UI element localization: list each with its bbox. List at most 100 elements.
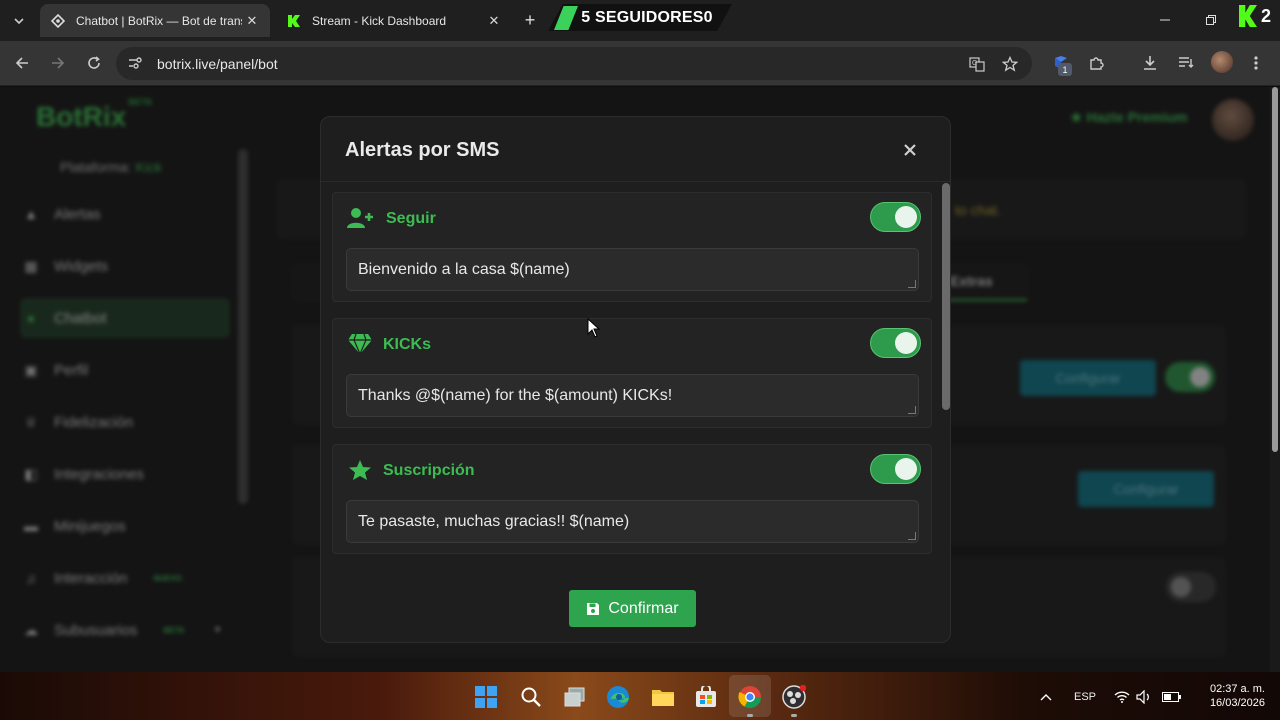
new-tab-button[interactable]: +: [520, 10, 540, 30]
alert-message-input[interactable]: Thanks @$(name) for the $(amount) KICKs!: [346, 374, 919, 417]
alert-toggle-subscription[interactable]: [870, 454, 921, 484]
botrix-logo[interactable]: BotRix BETA: [36, 97, 152, 133]
search-icon[interactable]: [518, 684, 544, 710]
restore-button[interactable]: [1196, 8, 1226, 32]
kick-tab-icon: [286, 13, 302, 29]
resize-grip-icon[interactable]: [908, 406, 916, 414]
sidebar-item-label: Subusuarios: [54, 621, 138, 639]
obs-studio-icon[interactable]: [781, 684, 807, 710]
music-icon: ♫: [25, 570, 37, 586]
reload-button[interactable]: [82, 51, 106, 75]
scrollbar-thumb[interactable]: [1272, 87, 1278, 452]
alert-message-input[interactable]: Bienvenido a la casa $(name): [346, 248, 919, 291]
language-indicator[interactable]: ESP: [1074, 691, 1096, 703]
battery-icon[interactable]: [1159, 684, 1185, 710]
sidebar-item-subusuarios[interactable]: ☁ Subusuarios BETA ▼: [20, 610, 230, 650]
diamond-icon: [345, 331, 375, 357]
close-icon[interactable]: ✕: [242, 11, 262, 31]
sidebar-item-chatbot[interactable]: ● Chatbot: [20, 298, 230, 338]
star-icon: [345, 457, 375, 483]
alert-message-text: Thanks @$(name) for the $(amount) KICKs!: [358, 387, 673, 404]
windows-start-icon[interactable]: [473, 684, 499, 710]
sidebar-item-alertas[interactable]: ▲ Alertas: [20, 194, 230, 234]
minimize-button[interactable]: [1150, 8, 1180, 32]
extensions-puzzle-icon[interactable]: [1086, 52, 1108, 74]
user-avatar[interactable]: [1212, 99, 1254, 141]
bookmark-star-icon[interactable]: [1001, 55, 1019, 73]
alert-toggle-kicks[interactable]: [870, 328, 921, 358]
edge-browser-icon[interactable]: [605, 684, 631, 710]
forward-button[interactable]: [46, 51, 70, 75]
arrow-left-icon: [15, 57, 28, 69]
store-icon[interactable]: [693, 684, 719, 710]
sidebar-item-interaccion[interactable]: ♫ Interacción NUEVO: [20, 558, 230, 598]
alert-message-text: Te pasaste, muchas gracias!! $(name): [358, 513, 630, 530]
resize-grip-icon[interactable]: [908, 280, 916, 288]
site-settings-icon[interactable]: [127, 55, 143, 71]
media-controls-icon[interactable]: [1175, 52, 1197, 74]
sidebar-item-widgets[interactable]: ▦ Widgets: [20, 246, 230, 286]
sidebar-item-label: Minijuegos: [54, 517, 126, 535]
tab-search-button[interactable]: [6, 8, 32, 34]
alert-label: Seguir: [386, 210, 436, 227]
alert-message-input[interactable]: Te pasaste, muchas gracias!! $(name): [346, 500, 919, 543]
browser-profile-avatar[interactable]: [1211, 51, 1233, 73]
warning-icon: ▲: [24, 206, 38, 222]
tab-botrix[interactable]: Chatbot | BotRix — Bot de transmisión ✕: [40, 4, 270, 37]
chrome-icon[interactable]: [737, 684, 763, 710]
address-bar[interactable]: botrix.live/panel/bot G: [116, 47, 1032, 80]
close-icon[interactable]: ✕: [484, 11, 504, 31]
tab-extras[interactable]: Extras: [950, 273, 993, 289]
restore-icon: [1206, 15, 1216, 25]
configure-button[interactable]: Configurar: [1020, 360, 1156, 396]
task-view-icon[interactable]: [562, 684, 588, 710]
config-toggle[interactable]: [1165, 362, 1215, 392]
windows-taskbar: ESP: [0, 672, 1280, 720]
chevron-up-icon[interactable]: [1033, 684, 1059, 710]
kick-logo-icon: [1239, 5, 1257, 27]
sidebar-item-label: Chatbot: [54, 309, 107, 327]
platform-label: Plataforma:: [60, 159, 132, 175]
tab-kick-dashboard[interactable]: Stream - Kick Dashboard ✕: [276, 4, 512, 37]
volume-icon[interactable]: [1131, 684, 1157, 710]
confirm-button[interactable]: Confirmar: [569, 590, 696, 627]
more-menu-icon[interactable]: [1245, 52, 1267, 74]
sidebar-item-perfil[interactable]: ▣ Perfil: [20, 350, 230, 390]
scrollbar-thumb[interactable]: [942, 183, 950, 410]
sidebar-item-label: Integraciones: [54, 465, 145, 483]
platform-value: Kick: [135, 159, 162, 175]
sidebar-item-fidelizacion[interactable]: ♕ Fidelización: [20, 402, 230, 442]
modal-scrollbar[interactable]: [942, 183, 950, 563]
sidebar-item-integraciones[interactable]: ◧ Integraciones: [20, 454, 230, 494]
alert-toggle-follow[interactable]: [870, 202, 921, 232]
modal-title: Alertas por SMS: [345, 139, 500, 161]
system-clock[interactable]: 02:37 a. m. 16/03/2026: [1193, 682, 1265, 710]
configure-button[interactable]: Configurar: [1078, 471, 1214, 507]
download-icon[interactable]: [1139, 52, 1161, 74]
new-badge: NUEVO: [153, 573, 182, 583]
resize-grip-icon[interactable]: [908, 532, 916, 540]
premium-link[interactable]: ★ Hazte Premium: [1070, 109, 1188, 126]
back-button[interactable]: [10, 51, 34, 75]
reload-icon: [88, 56, 100, 69]
overlay-banner-text: 5 SEGUIDORES: [581, 8, 704, 26]
running-indicator: [791, 714, 797, 717]
alert-card-subscription: Suscripción Te pasaste, muchas gracias!!…: [332, 444, 932, 554]
save-icon: [587, 602, 600, 615]
config-toggle[interactable]: [1166, 572, 1216, 602]
integrations-icon: ◧: [24, 465, 38, 482]
chat-icon: ●: [26, 310, 36, 326]
page-scrollbar[interactable]: [1270, 87, 1280, 672]
file-explorer-icon[interactable]: [650, 684, 676, 710]
sidebar-item-minijuegos[interactable]: ▬ Minijuegos: [20, 506, 230, 546]
close-icon[interactable]: [899, 139, 921, 161]
trophy-icon: ♕: [24, 413, 38, 430]
extension-badge: 1: [1058, 63, 1072, 76]
tab-title: Stream - Kick Dashboard: [312, 13, 447, 28]
arrow-right-icon: [52, 57, 65, 69]
mouse-cursor-icon: [587, 318, 601, 338]
sidebar-item-label: Perfil: [54, 361, 89, 379]
browser-toolbar: botrix.live/panel/bot G 1: [0, 41, 1280, 86]
translate-icon[interactable]: G: [968, 55, 986, 73]
sidebar-scrollbar[interactable]: [238, 149, 248, 504]
